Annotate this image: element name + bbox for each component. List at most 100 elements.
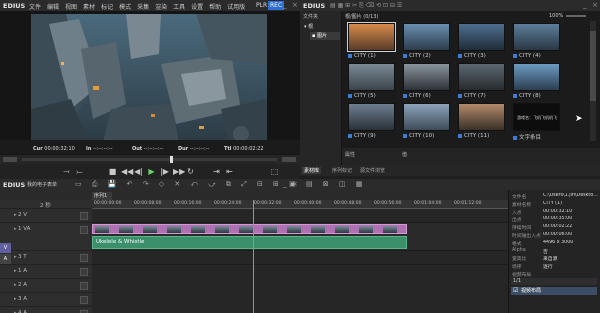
preview-panel (0, 11, 300, 155)
expand-icon[interactable]: ▸ (14, 268, 17, 274)
track-sync-button[interactable] (80, 226, 88, 234)
track-header[interactable]: 1 A ▸ (0, 265, 92, 279)
video-clip-thumbnail (359, 226, 373, 233)
menu-item[interactable]: 模式 (119, 2, 131, 11)
shuttle-left[interactable] (3, 157, 17, 162)
tracks-area: Ukelele & Whistle (92, 200, 508, 313)
bin-thumbnail[interactable] (347, 22, 396, 52)
bin-thumbnail[interactable] (513, 23, 560, 51)
bin-thumbnail[interactable] (403, 103, 450, 131)
menu-item[interactable]: 渲染 (155, 2, 167, 11)
video-clip-thumbnail (143, 226, 157, 233)
loop-icon[interactable]: ↻ (186, 167, 195, 176)
menu-item[interactable]: 编辑 (47, 2, 59, 11)
track-sync-button[interactable] (80, 268, 88, 276)
bin-close-icon[interactable]: × (592, 1, 598, 9)
info-prop-value: 00:00:02:22 (543, 224, 573, 230)
bin-thumbnail[interactable]: 游戏名：飞机飞机机飞 (513, 103, 560, 131)
expand-icon[interactable]: ▸ (14, 282, 17, 288)
track-header[interactable]: 1 VA ▸ (0, 223, 92, 251)
video-clip-thumbnail (167, 226, 181, 233)
expand-icon[interactable]: ▸ (14, 254, 17, 260)
bin-tab[interactable]: 序列标记 (330, 167, 354, 174)
bin-scrollbar[interactable] (590, 21, 596, 141)
out-timecode: --:--:--:-- (143, 146, 164, 152)
v-patch[interactable]: V (0, 243, 11, 253)
effect-item[interactable]: 视频布局 (511, 287, 597, 295)
track-header[interactable]: 4 A ▸ (0, 307, 92, 313)
video-clip-thumbnail (335, 226, 349, 233)
insert-icon[interactable]: ⇥ (212, 167, 221, 176)
minimize-icon[interactable]: _ (283, 1, 287, 9)
menu-item[interactable]: 试用版 (227, 2, 245, 11)
bin-thumbnail[interactable] (348, 63, 395, 91)
effect-check-icon[interactable]: ☑ (513, 287, 518, 294)
set-out-icon[interactable]: ⤚ (75, 167, 84, 176)
timeline-titlebar: EDIUS 我的电子表单 ▭ ⎙ 💾 ↶ ↷ ◇ ✕ ⤺ ⤻ ⧉ ⤢ ⊟ ⊞ ▣… (0, 179, 600, 190)
bin-thumbnail[interactable] (458, 103, 505, 131)
menu-item[interactable]: 工具 (173, 2, 185, 11)
timeline-zoom[interactable]: 2 秒 (40, 201, 51, 209)
rewind-icon[interactable]: ◀◀ (121, 167, 133, 176)
scrubber[interactable] (0, 155, 300, 164)
menu-item[interactable]: 采集 (137, 2, 149, 11)
overwrite-icon[interactable]: ⇤ (225, 167, 234, 176)
track-header[interactable]: 3 A ▸ (0, 293, 92, 307)
step-back-icon[interactable]: ◀| (134, 167, 143, 176)
expand-icon[interactable]: ▸ (14, 212, 17, 218)
track-sync-button[interactable] (80, 296, 88, 304)
bin-zoom-slider[interactable] (566, 15, 586, 17)
shuttle-right[interactable] (282, 157, 296, 162)
info-prop-key: 入点 (512, 210, 522, 216)
rec-toggle[interactable]: REC (268, 1, 285, 10)
a-patch[interactable]: A (0, 254, 11, 264)
play-icon[interactable]: ▶ (147, 167, 156, 176)
bin-thumbnail[interactable] (458, 63, 505, 91)
folder-child[interactable]: ▪ 图片 (310, 32, 340, 40)
fast-forward-icon[interactable]: ▶▶ (173, 167, 185, 176)
folder-root[interactable]: ▾ 根 (304, 23, 313, 30)
bin-thumbnail[interactable] (403, 23, 450, 51)
track-header[interactable]: 2 V ▸ (0, 209, 92, 223)
output-icon[interactable]: ⬚ (270, 167, 279, 176)
menu-item[interactable]: 素材 (83, 2, 95, 11)
stop-icon[interactable]: ■ (108, 167, 117, 176)
track-header[interactable]: 3 T ▸ (0, 251, 92, 265)
track-sync-button[interactable] (80, 282, 88, 290)
scrub-handle[interactable] (170, 156, 173, 163)
close-icon[interactable]: × (292, 1, 298, 9)
video-clip-strip[interactable] (92, 224, 407, 234)
timeline-ruler[interactable]: 00:00:00:00 00:00:08:00 00:00:16:00 00:00:2… (92, 200, 508, 209)
bin-thumbnail[interactable] (513, 63, 560, 91)
timeline-toolbar-icons[interactable]: ▭ ⎙ 💾 ↶ ↷ ◇ ✕ ⤺ ⤻ ⧉ ⤢ ⊟ ⊞ ▣ ▤ ⊠ ◫ ▦ (75, 180, 366, 189)
step-forward-icon[interactable]: |▶ (160, 167, 169, 176)
audio-clip[interactable]: Ukelele & Whistle (92, 236, 407, 249)
bin-thumbnail[interactable] (403, 63, 450, 91)
bin-tab[interactable]: 源文件浏览 (358, 167, 387, 174)
dur-timecode: --:--:--:-- (189, 146, 210, 152)
bin-thumbnail[interactable] (348, 103, 395, 131)
project-name: 我的电子表单 (27, 182, 58, 188)
set-in-icon[interactable]: ⤙ (62, 167, 71, 176)
menu-item[interactable]: 文件 (29, 2, 41, 11)
menu-item[interactable]: 设置 (191, 2, 203, 11)
bin-thumbnail[interactable] (458, 23, 505, 51)
track-sync-button[interactable] (80, 254, 88, 262)
sequence-tab[interactable]: 序列1 (92, 192, 112, 200)
bin-minimize-icon[interactable]: _ (583, 1, 587, 9)
bin-tab[interactable]: 素材库 (302, 167, 322, 174)
playhead[interactable] (253, 200, 254, 313)
scrub-track[interactable] (22, 158, 277, 161)
cur-label: Cur (33, 146, 43, 152)
menu-item[interactable]: 帮助 (209, 2, 221, 11)
timeline-close-icon[interactable]: × (292, 180, 298, 188)
plr-toggle[interactable]: PLR (256, 2, 267, 9)
menu-item[interactable]: 标记 (101, 2, 113, 11)
track-sync-button[interactable] (80, 212, 88, 220)
track-header[interactable]: 2 A ▸ (0, 279, 92, 293)
bin-toolbar-icons[interactable]: ▤ ▦ ⊞ ✂ ⎘ ⌫ ⟲ ⊡ ⊟ ☰ (330, 2, 402, 10)
menu-item[interactable]: 视图 (65, 2, 77, 11)
expand-icon[interactable]: ▸ (14, 296, 17, 302)
expand-icon[interactable]: ▸ (14, 226, 17, 232)
timeline-minimize-icon[interactable]: _ (283, 180, 287, 188)
